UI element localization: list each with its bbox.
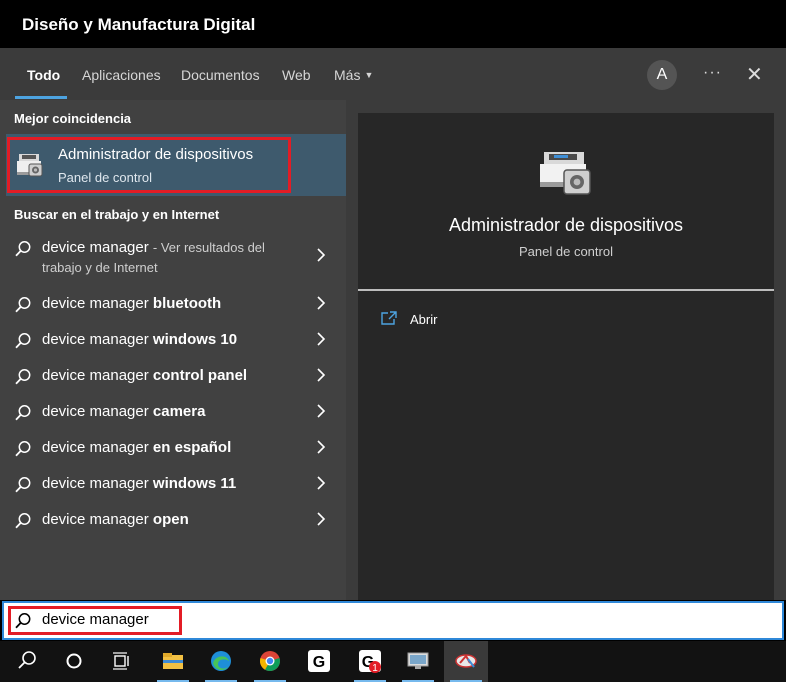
chevron-down-icon: ▼ [364, 70, 374, 80]
suggestion-query: device manager [42, 239, 149, 256]
suggestion-bold: windows 11 [152, 475, 237, 492]
cortana-icon[interactable] [52, 641, 96, 682]
tab-documentos[interactable]: Documentos [181, 67, 260, 83]
list-item[interactable]: device manager control panel [0, 358, 346, 394]
tab-web[interactable]: Web [282, 67, 311, 83]
g-app-icon[interactable]: G [297, 641, 341, 682]
suggestion-base: device manager [42, 367, 149, 384]
chevron-right-icon [316, 332, 326, 351]
search-icon [14, 296, 32, 319]
suggestion-bold: windows 10 [152, 331, 238, 348]
list-item[interactable]: device manager - Ver resultados del trab… [0, 230, 346, 280]
list-item[interactable]: device manager windows 10 [0, 322, 346, 358]
search-icon [14, 512, 32, 535]
list-item[interactable]: device manager open [0, 502, 346, 538]
window-title: Diseño y Manufactura Digital [22, 15, 256, 34]
best-match-heading: Mejor coincidencia [14, 111, 132, 126]
open-action-label: Abrir [410, 312, 438, 327]
suggestion-suffix: - Ver resultados del [152, 240, 265, 255]
best-match-highlight-box [7, 137, 291, 193]
preview-subtitle: Panel de control [519, 244, 613, 259]
preview-divider [358, 289, 774, 291]
chevron-right-icon [316, 368, 326, 387]
chevron-right-icon [316, 248, 326, 267]
tabs-bar: Todo Aplicaciones Documentos Web Más ▼ A … [0, 48, 786, 100]
open-action[interactable]: Abrir [380, 310, 500, 332]
list-item[interactable]: device manager bluetooth [0, 286, 346, 322]
tab-aplicaciones[interactable]: Aplicaciones [82, 67, 161, 83]
list-item[interactable]: device manager en español [0, 430, 346, 466]
tab-mas[interactable]: Más ▼ [334, 67, 373, 83]
monitor-app-icon[interactable] [396, 641, 440, 682]
list-item[interactable]: device manager windows 11 [0, 466, 346, 502]
task-view-icon[interactable] [99, 641, 143, 682]
suggestion-bold: en español [152, 439, 232, 456]
suggestion-base: device manager [42, 511, 149, 528]
suggestion-bold: bluetooth [152, 295, 222, 312]
search-icon[interactable] [5, 641, 49, 682]
tab-todo[interactable]: Todo [27, 67, 60, 83]
device-manager-large-icon [538, 150, 594, 201]
chevron-right-icon [316, 476, 326, 495]
suggestion-line2: trabajo y de Internet [42, 260, 158, 275]
open-icon [380, 310, 398, 331]
edge-icon[interactable] [199, 641, 243, 682]
file-explorer-icon[interactable] [151, 641, 195, 682]
list-item[interactable]: device manager camera [0, 394, 346, 430]
suggestion-base: device manager [42, 295, 149, 312]
tab-mas-label: Más [334, 67, 361, 83]
settings-app-icon[interactable] [444, 641, 488, 682]
suggestion-bold: control panel [152, 367, 248, 384]
chevron-right-icon [316, 440, 326, 459]
active-tab-indicator [15, 96, 67, 99]
suggestion-base: device manager [42, 331, 149, 348]
svg-text:G: G [313, 654, 325, 671]
web-search-heading: Buscar en el trabajo y en Internet [14, 207, 220, 222]
chevron-right-icon [316, 512, 326, 531]
preview-title: Administrador de dispositivos [448, 215, 684, 235]
chevron-right-icon [316, 296, 326, 315]
search-icon [14, 368, 32, 391]
suggestion-base: device manager [42, 475, 149, 492]
chrome-icon[interactable] [248, 641, 292, 682]
search-highlight-box [8, 606, 182, 635]
taskbar: G G1 [0, 641, 786, 682]
suggestion-base: device manager [42, 403, 149, 420]
chevron-right-icon [316, 404, 326, 423]
more-options-icon[interactable]: ··· [703, 64, 722, 82]
g-app-notification-icon[interactable]: G1 [348, 641, 392, 682]
search-icon [14, 440, 32, 463]
search-icon [14, 240, 32, 263]
avatar[interactable]: A [647, 60, 677, 90]
notification-badge: 1 [372, 663, 378, 673]
search-icon [14, 476, 32, 499]
suggestion-bold: open [152, 511, 189, 528]
suggestion-bold: camera [152, 403, 206, 420]
close-icon[interactable]: ✕ [746, 62, 763, 87]
suggestion-base: device manager [42, 439, 149, 456]
search-icon [14, 332, 32, 355]
search-icon [14, 404, 32, 427]
title-bar: Diseño y Manufactura Digital [0, 0, 786, 48]
